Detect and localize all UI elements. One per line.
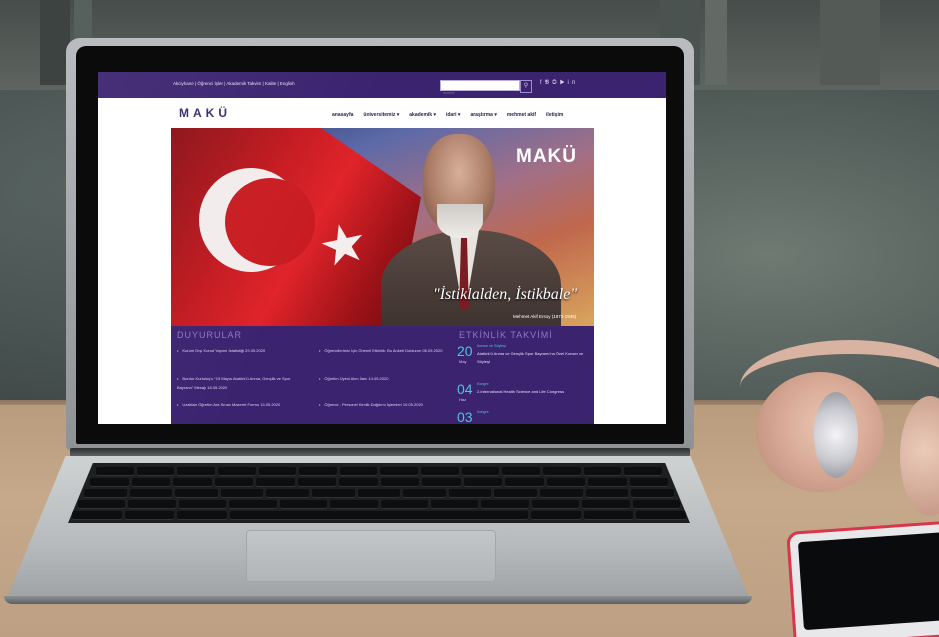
event-item[interactable]: 04 Haz Kongre 2.International Health Sci…: [457, 382, 587, 404]
event-category: Konser ve Söyleşi: [477, 344, 506, 348]
linkedin-icon[interactable]: in: [568, 80, 579, 86]
announcement-item[interactable]: Öğrencilerimiz İçin Önemli Etkinlik: Bu …: [319, 346, 449, 355]
smartphone: [786, 520, 939, 637]
key-row: [90, 478, 668, 487]
hero-quote-author: Mehmet Akif Ersoy (1873-1936): [513, 314, 577, 319]
twitter-icon[interactable]: 𝕭: [545, 80, 552, 86]
laptop-base-edge: [4, 596, 752, 604]
youtube-icon[interactable]: ▶: [560, 80, 568, 86]
event-item[interactable]: 20 May Konser ve Söyleşi Atatürk’ü Anma …: [457, 344, 587, 372]
book: [820, 0, 880, 85]
event-month: Haz: [459, 397, 467, 402]
nav-item-arastirma[interactable]: araştırma ▾: [470, 112, 496, 118]
events-title: ETKİNLİK TAKVİMİ: [459, 330, 553, 340]
nav-item-anasayfa[interactable]: anasayfa: [332, 112, 353, 118]
event-title[interactable]: 2.International Health Science and Life …: [477, 388, 585, 396]
nav-item-universitemiz[interactable]: üniversitemiz ▾: [363, 112, 399, 118]
key-row: [72, 511, 687, 520]
book: [705, 0, 727, 85]
website-topbar: Akciyhane | Öğrenci İşler | Akademik Tak…: [98, 72, 666, 98]
key-row: [84, 489, 674, 498]
search-box[interactable]: [440, 80, 520, 97]
main-nav: anasayfa üniversitemiz ▾ akademik ▾ idar…: [332, 112, 563, 118]
hero-logo: MAKÜ: [516, 146, 577, 167]
event-month: May: [459, 359, 467, 364]
news-section: DUYURULAR Kurum Dışı Konut Yapımı İstati…: [171, 326, 594, 424]
announcement-item[interactable]: Öğretim Üyesi Alım İlanı 14.05.2020: [319, 374, 449, 383]
hero-banner[interactable]: ★ MAKÜ "İstiklalden, İstikbale" Mehmet A…: [171, 128, 594, 326]
announcements-title: DUYURULAR: [177, 330, 243, 340]
hero-quote: "İstiklalden, İstikbale": [433, 286, 578, 303]
key-row: [78, 500, 681, 509]
flag-crescent-cut: [225, 178, 315, 266]
laptop-screen: Akciyhane | Öğrenci İşler | Akademik Tak…: [98, 72, 666, 424]
event-category: Kongre: [477, 382, 489, 386]
nav-item-iletisim[interactable]: iletişim: [546, 112, 563, 118]
portrait-beard: [437, 204, 483, 238]
laptop-trackpad: [246, 530, 496, 582]
photo-scene: Akciyhane | Öğrenci İşler | Akademik Tak…: [0, 0, 939, 637]
announcement-item[interactable]: Öğrenci - Personel Kimlik Dağıtımı İşlem…: [319, 400, 449, 409]
event-title[interactable]: Atatürk’ü Anma ve Gençlik Spor Bayramı’n…: [477, 350, 585, 366]
key-row: [96, 467, 662, 476]
event-day: 03: [457, 409, 473, 424]
event-category: Kongre: [477, 410, 489, 414]
event-day: 04: [457, 381, 473, 397]
search-icon[interactable]: ⚲: [520, 80, 532, 93]
laptop-keyboard: [68, 463, 690, 523]
event-item[interactable]: 03 Kongre: [457, 410, 587, 424]
instagram-icon[interactable]: ◎: [552, 80, 560, 86]
top-links[interactable]: Akciyhane | Öğrenci İşler | Akademik Tak…: [173, 81, 295, 86]
social-icons: f𝕭◎▶in: [540, 80, 578, 87]
nav-item-mehmet-akif[interactable]: mehmet akif: [507, 112, 536, 118]
event-day: 20: [457, 343, 473, 359]
search-input[interactable]: [441, 88, 519, 97]
headphone-cushion: [814, 392, 858, 478]
phone-screen: [797, 531, 939, 631]
announcement-item[interactable]: Kurum Dışı Konut Yapımı İstatistiği 29.0…: [177, 346, 307, 355]
announcement-item[interactable]: Uzaktan Öğretim Ara Sınav Mazeret Formu …: [177, 400, 307, 409]
nav-item-idari[interactable]: idari ▾: [446, 112, 460, 118]
website-header: MAKÜ anasayfa üniversitemiz ▾ akademik ▾…: [98, 98, 666, 128]
site-logo[interactable]: MAKÜ: [179, 106, 231, 120]
nav-item-akademik[interactable]: akademik ▾: [409, 112, 436, 118]
announcement-item[interactable]: Burdur Kurtuluş’u “19 Mayıs Atatürk’ü An…: [177, 374, 307, 392]
